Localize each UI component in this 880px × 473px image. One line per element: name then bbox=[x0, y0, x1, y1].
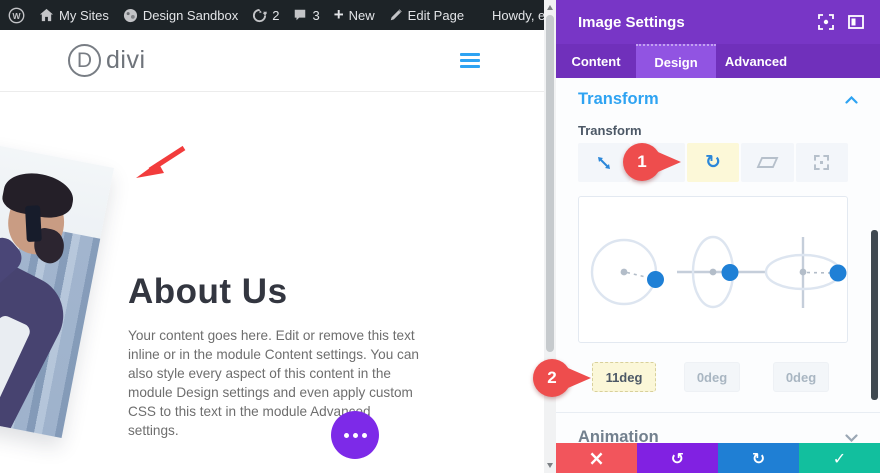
focus-preview-icon[interactable] bbox=[818, 14, 834, 30]
transform-group-label: Transform bbox=[578, 123, 642, 138]
new-content-menu[interactable]: + New bbox=[333, 4, 375, 24]
panel-header: Image Settings bbox=[556, 0, 880, 44]
rotate-z-input[interactable] bbox=[592, 362, 656, 392]
edit-page-menu[interactable]: Edit Page bbox=[389, 8, 464, 23]
scroll-up-arrow[interactable] bbox=[547, 5, 553, 10]
page-settings-button[interactable] bbox=[331, 411, 379, 459]
undo-button[interactable]: ↺ bbox=[637, 443, 718, 473]
scrollbar-thumb[interactable] bbox=[546, 15, 554, 352]
annotation-step-2: 2 bbox=[533, 359, 591, 397]
transform-skew-button[interactable] bbox=[741, 143, 794, 182]
updates-menu[interactable]: 2 bbox=[252, 8, 279, 23]
new-label: New bbox=[348, 7, 375, 23]
rotate-icon: ↻ bbox=[705, 151, 721, 173]
page-title: About Us bbox=[128, 272, 288, 311]
comments-menu[interactable]: 3 bbox=[293, 7, 320, 23]
balloon-tail bbox=[651, 149, 681, 175]
redo-button[interactable]: ↻ bbox=[718, 443, 799, 473]
page-scrollbar[interactable] bbox=[544, 0, 556, 473]
photo-phone bbox=[24, 205, 42, 243]
comment-icon bbox=[293, 8, 307, 22]
transform-rotate-button[interactable]: ↻ bbox=[686, 143, 740, 182]
rotate-axes-diagram[interactable] bbox=[579, 197, 847, 342]
updates-icon bbox=[252, 8, 268, 23]
rotate-y-input[interactable] bbox=[684, 362, 740, 392]
close-icon: × bbox=[588, 446, 605, 470]
transform-section-title: Transform bbox=[578, 90, 659, 108]
panel-footer: × ↺ ↻ ✓ bbox=[556, 443, 880, 473]
divi-logo-text: divi bbox=[106, 46, 146, 74]
svg-text:W: W bbox=[12, 10, 21, 20]
undo-icon: ↺ bbox=[670, 448, 685, 468]
site-name-label: Design Sandbox bbox=[142, 7, 239, 23]
about-section: About Us Your content goes here. Edit or… bbox=[128, 272, 428, 440]
rotate-y-handle bbox=[721, 264, 739, 281]
scroll-down-arrow[interactable] bbox=[547, 463, 553, 468]
chevron-up-icon bbox=[845, 90, 858, 109]
plus-icon: + bbox=[333, 4, 344, 24]
tab-design[interactable]: Design bbox=[636, 44, 716, 78]
updates-count: 2 bbox=[272, 7, 280, 23]
rotate-z-handle bbox=[647, 271, 664, 288]
transform-toolbar: ↻ bbox=[578, 143, 849, 182]
transform-values-row bbox=[556, 362, 880, 392]
transform-origin-icon bbox=[814, 155, 830, 170]
rotate-x-handle bbox=[829, 264, 847, 282]
wordpress-logo-icon[interactable]: W bbox=[8, 7, 25, 24]
panel-body: Transform Transform ↻ 11deg 0deg 0deg An… bbox=[556, 78, 880, 446]
skew-icon bbox=[756, 157, 779, 168]
section-divider bbox=[556, 412, 880, 413]
my-sites-menu[interactable]: My Sites bbox=[39, 8, 109, 23]
tab-advanced[interactable]: Advanced bbox=[716, 44, 796, 78]
rotate-preview-box bbox=[578, 196, 848, 343]
site-menu[interactable]: Design Sandbox bbox=[123, 8, 238, 23]
site-icon bbox=[123, 8, 138, 23]
rotate-x-input[interactable] bbox=[773, 362, 829, 392]
scale-icon bbox=[598, 156, 611, 169]
transform-origin-button[interactable] bbox=[795, 143, 849, 182]
image-settings-panel: Image Settings Content Design Advanced T… bbox=[556, 0, 880, 473]
balloon-tail bbox=[561, 365, 591, 391]
check-icon: ✓ bbox=[832, 448, 847, 468]
hero-image[interactable] bbox=[0, 137, 114, 438]
panel-scrollbar[interactable] bbox=[871, 230, 878, 400]
redo-icon: ↻ bbox=[751, 448, 766, 468]
panel-title: Image Settings bbox=[578, 13, 685, 31]
screen: W My Sites Design Sandbox 2 3 + New Edit… bbox=[0, 0, 880, 473]
divi-logo-mark: D bbox=[68, 44, 101, 77]
tab-content[interactable]: Content bbox=[556, 44, 636, 78]
annotation-step-1: 1 bbox=[623, 143, 681, 181]
discard-button[interactable]: × bbox=[556, 443, 637, 473]
divi-logo[interactable]: D divi bbox=[68, 44, 146, 77]
site-header: D divi bbox=[0, 30, 544, 92]
house-icon bbox=[39, 8, 54, 22]
save-button[interactable]: ✓ bbox=[799, 443, 880, 473]
transform-section-toggle[interactable]: Transform bbox=[578, 90, 858, 109]
panel-layout-icon[interactable] bbox=[848, 15, 864, 29]
panel-tabs: Content Design Advanced bbox=[556, 44, 880, 78]
wp-admin-bar: W My Sites Design Sandbox 2 3 + New Edit… bbox=[0, 0, 619, 30]
my-sites-label: My Sites bbox=[59, 7, 109, 23]
edit-page-label: Edit Page bbox=[407, 7, 465, 23]
hamburger-menu-icon[interactable] bbox=[460, 53, 480, 68]
comments-count: 3 bbox=[312, 7, 320, 23]
pencil-icon bbox=[389, 8, 403, 22]
annotation-arrow bbox=[136, 145, 186, 178]
